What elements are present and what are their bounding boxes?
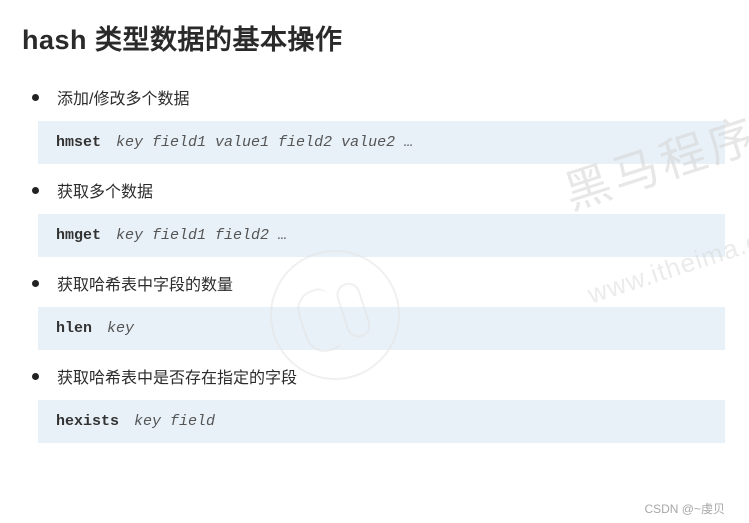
op-label: 获取多个数据	[57, 178, 153, 202]
list-item: 添加/修改多个数据 hmset key field1 value1 field2…	[28, 85, 727, 164]
op-label: 获取哈希表中是否存在指定的字段	[57, 364, 297, 388]
page-title: hash 类型数据的基本操作	[22, 18, 727, 57]
code-command: hlen	[56, 320, 92, 337]
code-command: hexists	[56, 413, 119, 430]
bullet-icon	[32, 94, 39, 101]
list-item: 获取哈希表中是否存在指定的字段 hexists key field	[28, 364, 727, 443]
op-heading: 获取哈希表中是否存在指定的字段	[28, 364, 727, 388]
bullet-icon	[32, 280, 39, 287]
op-heading: 添加/修改多个数据	[28, 85, 727, 109]
op-heading: 获取哈希表中字段的数量	[28, 271, 727, 295]
attribution-text: CSDN @~虔贝	[644, 500, 725, 517]
bullet-icon	[32, 373, 39, 380]
op-heading: 获取多个数据	[28, 178, 727, 202]
bullet-icon	[32, 187, 39, 194]
list-item: 获取多个数据 hmget key field1 field2 …	[28, 178, 727, 257]
code-args: key field	[134, 413, 215, 430]
code-args: key field1 field2 …	[116, 227, 287, 244]
code-command: hmset	[56, 134, 101, 151]
op-label: 添加/修改多个数据	[57, 85, 189, 109]
code-block: hmget key field1 field2 …	[38, 214, 725, 257]
code-args: key	[107, 320, 134, 337]
code-block: hlen key	[38, 307, 725, 350]
code-args: key field1 value1 field2 value2 …	[116, 134, 413, 151]
code-command: hmget	[56, 227, 101, 244]
code-block: hexists key field	[38, 400, 725, 443]
op-label: 获取哈希表中字段的数量	[57, 271, 233, 295]
operations-list: 添加/修改多个数据 hmset key field1 value1 field2…	[22, 85, 727, 443]
list-item: 获取哈希表中字段的数量 hlen key	[28, 271, 727, 350]
code-block: hmset key field1 value1 field2 value2 …	[38, 121, 725, 164]
